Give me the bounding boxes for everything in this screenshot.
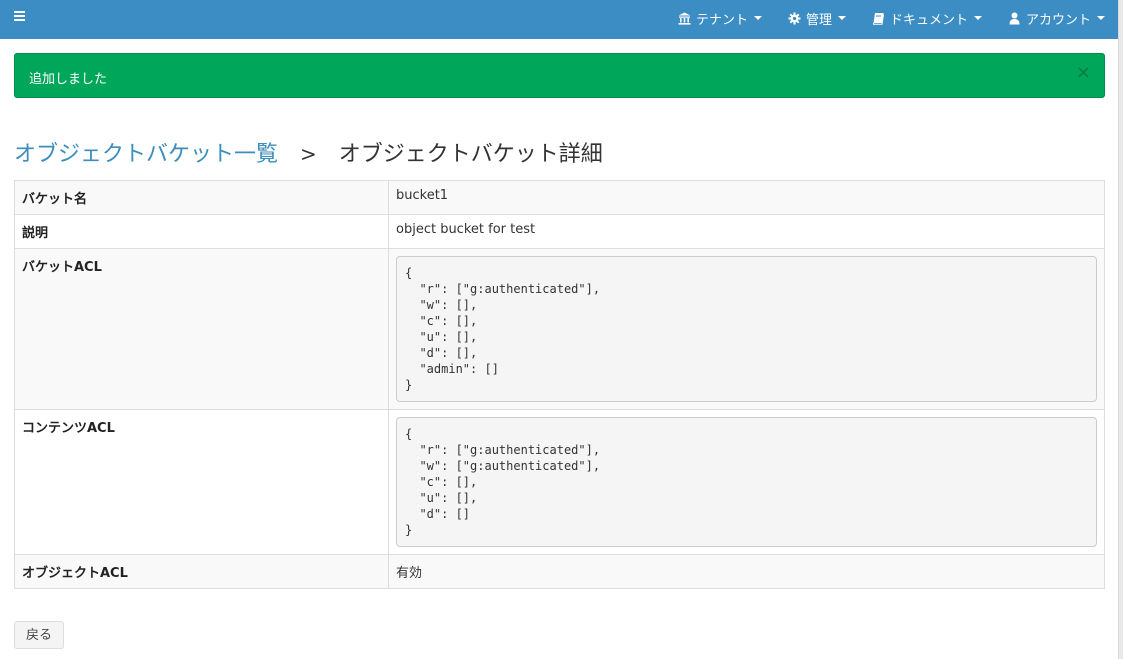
caret-down-icon bbox=[973, 16, 982, 20]
nav-menu: テナント 管理 ドキュメント アカウント bbox=[652, 0, 1105, 36]
nav-admin-dropdown[interactable]: 管理 bbox=[788, 9, 846, 28]
book-icon bbox=[872, 12, 885, 25]
breadcrumb-bucket-list-link[interactable]: オブジェクトバケット一覧 bbox=[14, 142, 278, 167]
table-row: 説明 object bucket for test bbox=[14, 214, 1105, 249]
table-row: バケット名 bucket1 bbox=[14, 180, 1105, 215]
nav-account-label: アカウント bbox=[1025, 12, 1091, 28]
nav-account-dropdown[interactable]: アカウント bbox=[1008, 9, 1105, 28]
description-value: object bucket for test bbox=[388, 214, 1105, 249]
nav-documents-label: ドキュメント bbox=[889, 12, 968, 28]
bucket-detail-table: バケット名 bucket1 説明 object bucket for test … bbox=[14, 180, 1105, 589]
nav-tenant-label: テナント bbox=[695, 12, 748, 28]
bank-icon bbox=[678, 12, 691, 25]
menu-toggle-icon[interactable] bbox=[14, 11, 25, 22]
breadcrumb: オブジェクトバケット一覧 > オブジェクトバケット詳細 bbox=[14, 140, 603, 169]
table-row: コンテンツACL { "r": ["g:authenticated"], "w"… bbox=[14, 409, 1105, 555]
caret-down-icon bbox=[837, 16, 846, 20]
nav-tenant-dropdown[interactable]: テナント bbox=[678, 9, 762, 28]
nav-admin-label: 管理 bbox=[805, 12, 832, 28]
bucket-acl-json: { "r": ["g:authenticated"], "w": [], "c"… bbox=[396, 256, 1097, 402]
contents-acl-cell: { "r": ["g:authenticated"], "w": ["g:aut… bbox=[388, 409, 1105, 555]
object-acl-label: オブジェクトACL bbox=[14, 554, 389, 589]
caret-down-icon bbox=[753, 16, 762, 20]
bucket-acl-label: バケットACL bbox=[14, 248, 389, 410]
page: テナント 管理 ドキュメント アカウント 追加しました × オブジェクトバケット… bbox=[0, 0, 1118, 659]
bucket-acl-cell: { "r": ["g:authenticated"], "w": [], "c"… bbox=[388, 248, 1105, 410]
breadcrumb-separator: > bbox=[300, 142, 317, 166]
contents-acl-label: コンテンツACL bbox=[14, 409, 389, 555]
object-acl-value: 有効 bbox=[388, 554, 1105, 589]
page-title: オブジェクトバケット詳細 bbox=[338, 142, 603, 167]
bucket-name-label: バケット名 bbox=[14, 180, 389, 215]
table-row: オブジェクトACL 有効 bbox=[14, 554, 1105, 589]
user-icon bbox=[1008, 12, 1021, 25]
table-row: バケットACL { "r": ["g:authenticated"], "w":… bbox=[14, 248, 1105, 410]
caret-down-icon bbox=[1097, 16, 1105, 20]
scrollbar[interactable] bbox=[1118, 0, 1123, 659]
gear-icon bbox=[788, 12, 801, 25]
nav-documents-dropdown[interactable]: ドキュメント bbox=[872, 9, 982, 28]
contents-acl-json: { "r": ["g:authenticated"], "w": ["g:aut… bbox=[396, 417, 1097, 547]
description-label: 説明 bbox=[14, 214, 389, 249]
bucket-name-value: bucket1 bbox=[388, 180, 1105, 215]
top-navbar: テナント 管理 ドキュメント アカウント bbox=[0, 0, 1118, 39]
alert-message: 追加しました bbox=[29, 72, 108, 87]
success-alert: 追加しました × bbox=[14, 53, 1105, 98]
back-button[interactable]: 戻る bbox=[14, 621, 65, 649]
close-icon[interactable]: × bbox=[1076, 64, 1091, 82]
